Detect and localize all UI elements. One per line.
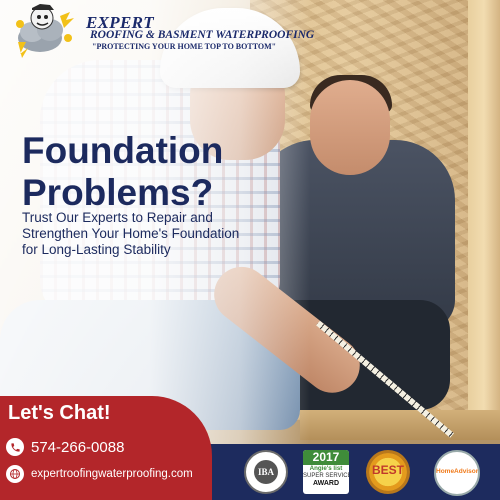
best-badge-text: BEST xyxy=(371,463,404,477)
logo-subtitle: ROOFING & BASMENT WATERPROOFING xyxy=(90,29,315,41)
website-link[interactable]: expertroofingwaterproofing.com xyxy=(6,465,193,483)
logo-slogan: "PROTECTING YOUR HOME TOP TO BOTTOM" xyxy=(92,42,277,51)
best-award-badge: BEST xyxy=(366,450,410,494)
subheadline: Trust Our Experts to Repair and Strength… xyxy=(22,210,282,258)
angies-year: 2017 xyxy=(303,450,349,465)
angies-name: Angie's list xyxy=(309,465,343,472)
bba-badge: IBA xyxy=(244,450,288,494)
homeadvisor-badge: HomeAdvisor xyxy=(434,450,480,496)
subheadline-line-2: Strengthen Your Home's Foundation xyxy=(22,226,240,241)
headline: Foundation Problems? xyxy=(22,130,223,214)
phone-icon xyxy=(6,438,24,456)
bba-badge-letters: IBA xyxy=(254,460,278,484)
mascot-icon xyxy=(16,4,74,58)
angies-line3: AWARD xyxy=(312,480,340,487)
angies-line2: SUPER SERVICE xyxy=(303,473,349,479)
headline-line-1: Foundation xyxy=(22,130,224,171)
angies-list-badge: 2017 Angie's list SUPER SERVICE AWARD xyxy=(303,450,349,494)
phone-link[interactable]: 574-266-0088 xyxy=(6,438,124,456)
phone-number: 574-266-0088 xyxy=(31,438,125,456)
company-logo[interactable]: EXPERT ROOFING & BASMENT WATERPROOFING "… xyxy=(10,2,314,60)
headline-line-2: Problems? xyxy=(22,172,214,213)
subheadline-line-1: Trust Our Experts to Repair and xyxy=(22,210,213,225)
homeadvisor-text: HomeAdvisor xyxy=(436,468,479,475)
contact-title: Let's Chat! xyxy=(8,402,111,424)
subheadline-line-3: for Long-Lasting Stability xyxy=(22,242,171,257)
globe-icon xyxy=(6,465,24,483)
website-url: expertroofingwaterproofing.com xyxy=(31,468,193,480)
